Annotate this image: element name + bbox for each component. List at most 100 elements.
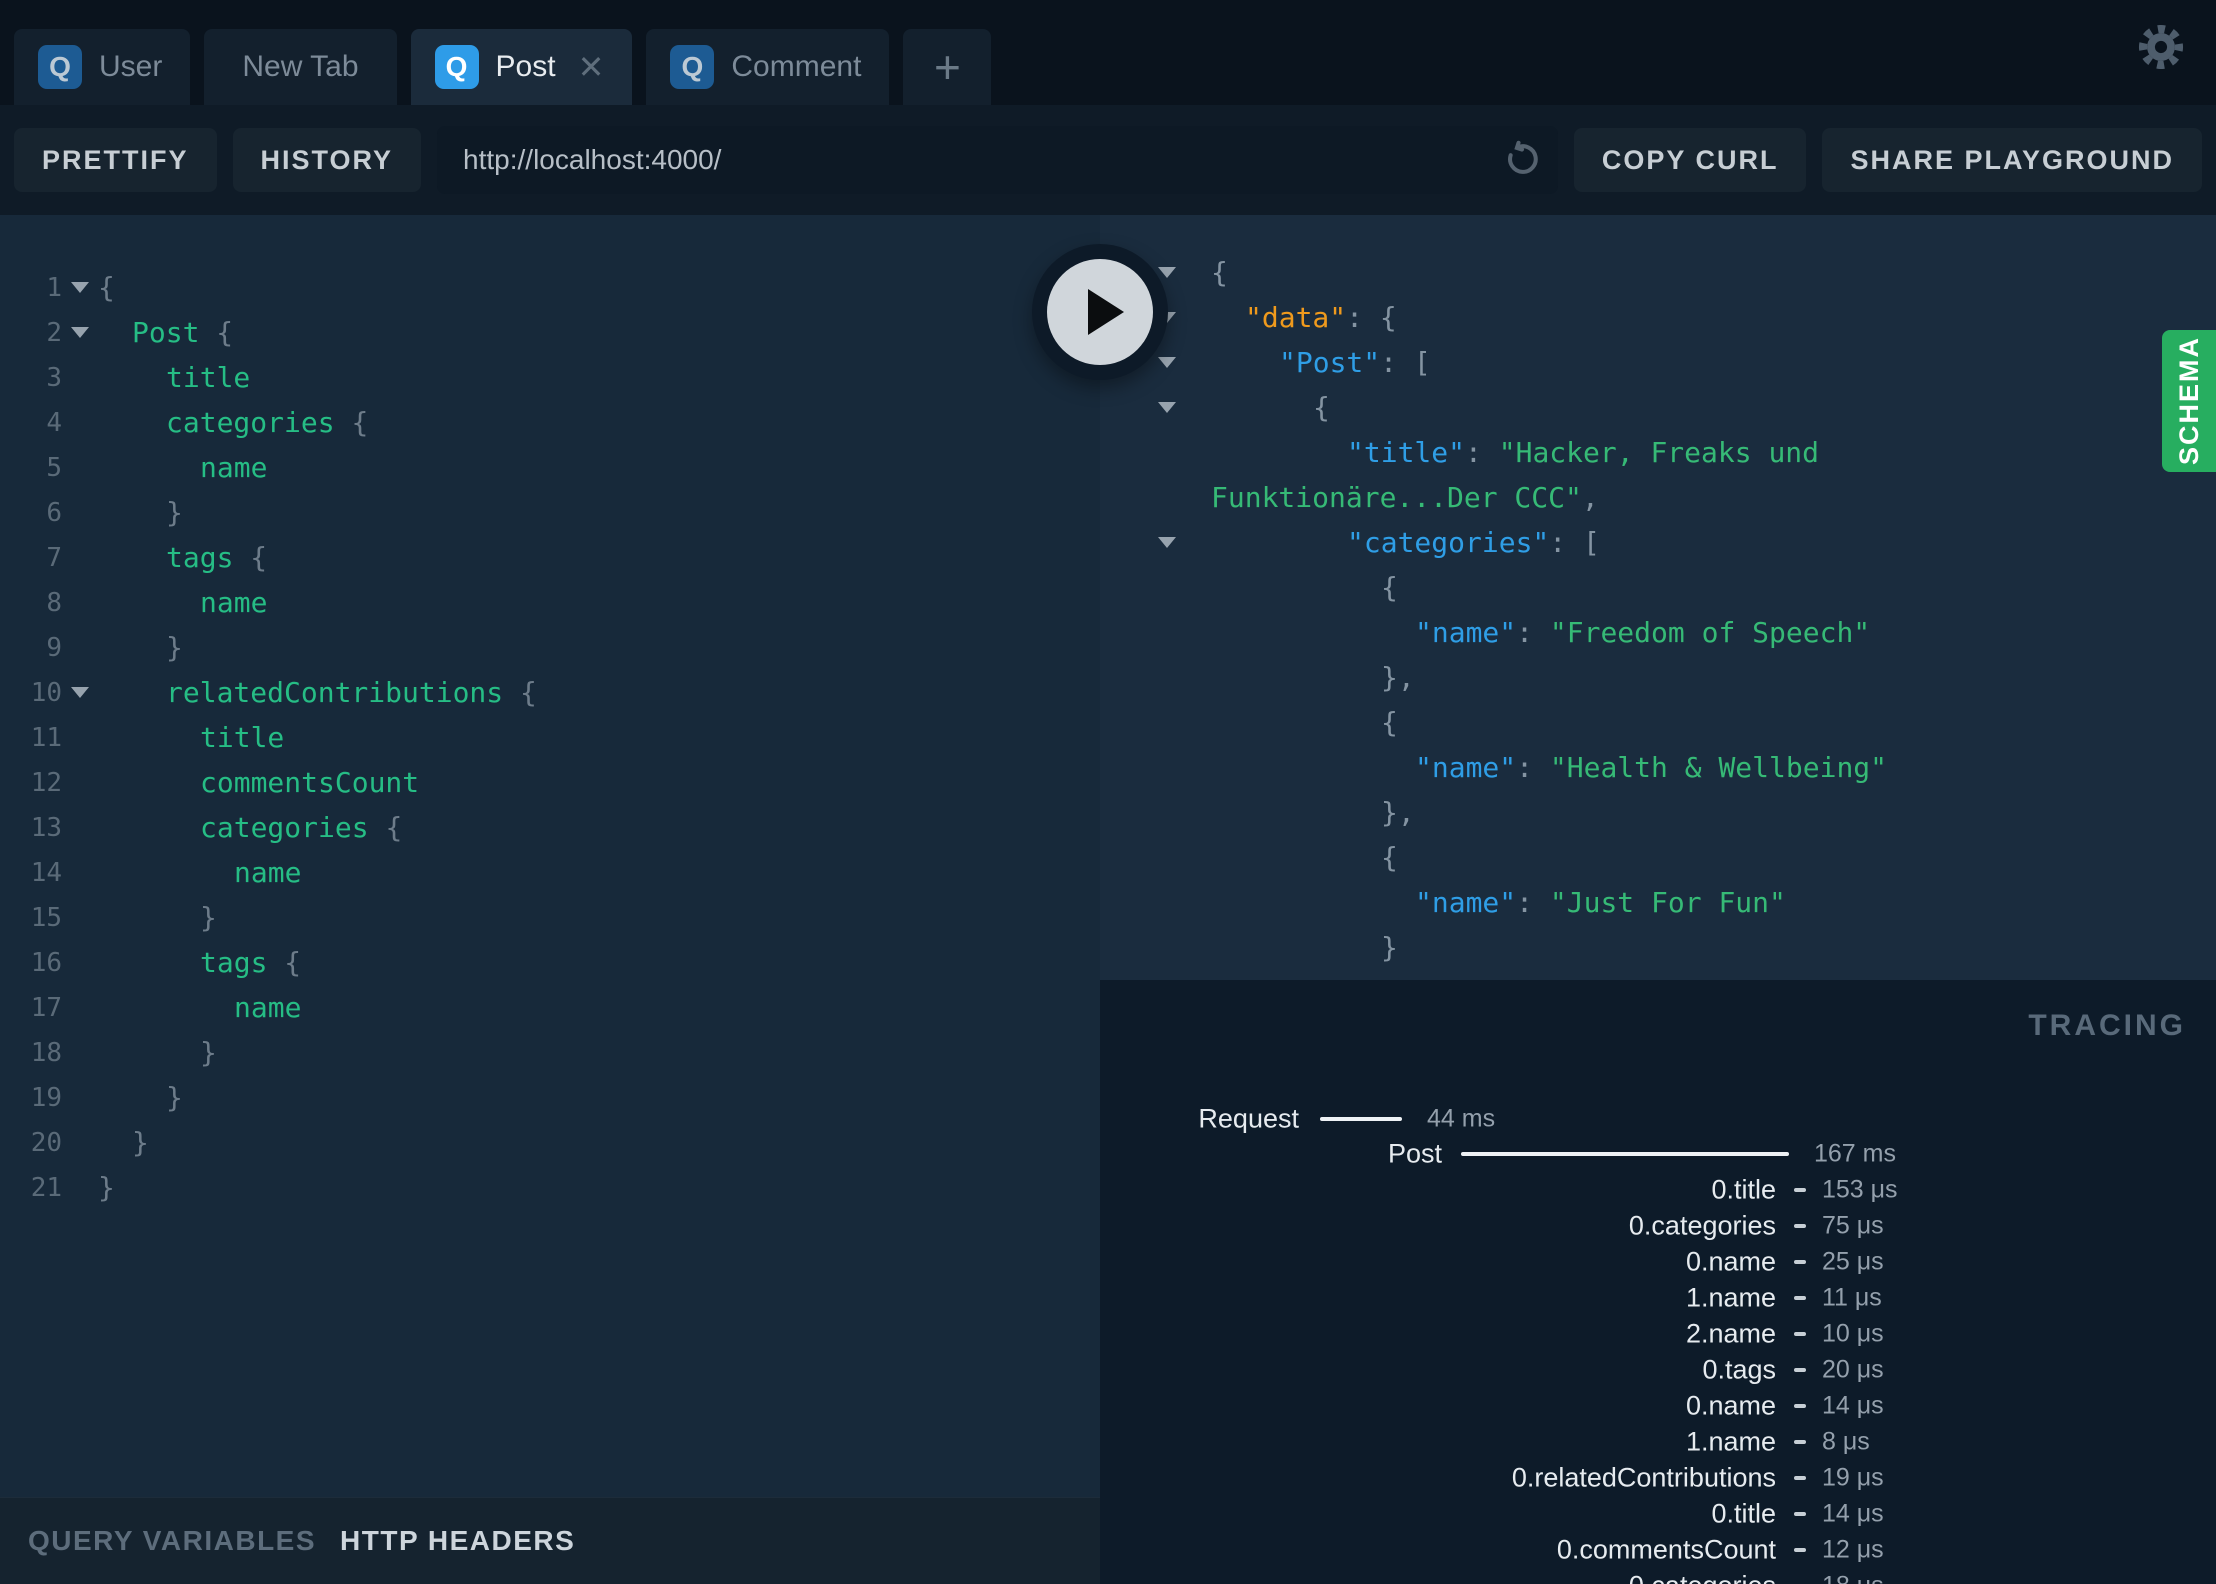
http-headers-tab[interactable]: HTTP HEADERS	[340, 1525, 575, 1557]
query-line[interactable]: 5 name	[0, 445, 1100, 490]
code-text: "Post": [	[1279, 346, 1431, 379]
response-line: "name": "Freedom of Speech"	[1100, 610, 2216, 655]
tracing-row: 2.name 10 μs	[1100, 1316, 2216, 1352]
schema-side-tab[interactable]: SCHEMA	[2162, 330, 2216, 472]
query-line[interactable]: 7 tags {	[0, 535, 1100, 580]
tracing-duration-dash	[1794, 1188, 1806, 1192]
code-text: title	[200, 721, 285, 754]
tracing-row-time: 75 μs	[1822, 1211, 1884, 1240]
prettify-button[interactable]: PRETTIFY	[14, 128, 217, 192]
tracing-row-time: 153 μs	[1822, 1175, 1898, 1204]
fold-arrow-icon[interactable]	[62, 687, 98, 698]
tracing-row-label: 0.title	[1711, 1174, 1776, 1205]
query-line[interactable]: 11 title	[0, 715, 1100, 760]
tab-bar: Q User New Tab Q Post ✕ Q Comment +	[0, 0, 2216, 105]
code-text: {	[1313, 391, 1330, 424]
close-tab-icon[interactable]: ✕	[578, 51, 605, 83]
response-line: {	[1100, 385, 2216, 430]
share-playground-button[interactable]: SHARE PLAYGROUND	[1822, 128, 2202, 192]
fold-gutter	[1100, 925, 1211, 970]
execute-query-button[interactable]	[1032, 244, 1168, 380]
tab-post[interactable]: Q Post ✕	[410, 29, 633, 105]
code-text: "name": "Freedom of Speech"	[1415, 616, 1871, 649]
query-type-badge: Q	[670, 45, 715, 89]
code-text: name	[200, 451, 268, 484]
code-text: {	[1211, 256, 1228, 289]
query-line[interactable]: 15}	[0, 895, 1100, 940]
code-text: },	[1381, 796, 1415, 829]
tracing-duration-dash	[1794, 1224, 1806, 1228]
tracing-row-label: Post	[1387, 1138, 1442, 1169]
fold-gutter	[1100, 610, 1211, 655]
query-line[interactable]: 21}	[0, 1165, 1100, 1210]
code-text: categories {	[200, 811, 403, 844]
copy-curl-button[interactable]: COPY CURL	[1573, 128, 1807, 192]
line-number: 6	[46, 497, 62, 528]
history-button[interactable]: HISTORY	[232, 128, 422, 192]
tracing-row: 1.name 11 μs	[1100, 1280, 2216, 1316]
settings-gear-icon[interactable]	[2134, 20, 2188, 74]
fold-gutter	[1100, 475, 1211, 520]
tracing-row-label: 0.categories	[1628, 1210, 1776, 1241]
response-line: "data": {	[1100, 295, 2216, 340]
new-tab-button[interactable]: +	[903, 29, 992, 105]
tab-comment[interactable]: Q Comment	[646, 29, 890, 105]
code-text: }	[1381, 931, 1398, 964]
query-line[interactable]: 20}	[0, 1120, 1100, 1165]
query-line[interactable]: 9}	[0, 625, 1100, 670]
query-line[interactable]: 6}	[0, 490, 1100, 535]
code-text: }	[166, 1081, 183, 1114]
tab-label: User	[99, 50, 163, 83]
tracing-row-time: 14 μs	[1822, 1499, 1884, 1528]
code-text: name	[234, 856, 302, 889]
response-line: }	[1100, 925, 2216, 970]
tracing-row-time: 8 μs	[1822, 1427, 1870, 1456]
tracing-row: 0.relatedContributions 19 μs	[1100, 1460, 2216, 1496]
response-line: },	[1100, 655, 2216, 700]
fold-arrow-icon[interactable]	[62, 327, 98, 338]
query-line[interactable]: 2 Post {	[0, 310, 1100, 355]
query-line[interactable]: 18}	[0, 1030, 1100, 1075]
fold-arrow-icon[interactable]	[1100, 520, 1211, 565]
tracing-row: 1.name 8 μs	[1100, 1424, 2216, 1460]
query-line[interactable]: 17 name	[0, 985, 1100, 1030]
tracing-row-label: 2.name	[1685, 1318, 1776, 1349]
fold-arrow-icon[interactable]	[1100, 385, 1211, 430]
response-line: "categories": [	[1100, 520, 2216, 565]
query-line[interactable]: 3 title	[0, 355, 1100, 400]
query-line[interactable]: 14 name	[0, 850, 1100, 895]
query-line[interactable]: 8 name	[0, 580, 1100, 625]
tab-user[interactable]: Q User	[14, 29, 191, 105]
code-text: "name": "Health & Wellbeing"	[1415, 751, 1888, 784]
line-number: 1	[46, 272, 62, 303]
code-text: name	[200, 586, 268, 619]
query-line[interactable]: 16 tags {	[0, 940, 1100, 985]
response-line: {	[1100, 565, 2216, 610]
endpoint-url-input[interactable]	[437, 126, 1558, 194]
graphql-playground: Q User New Tab Q Post ✕ Q Comment + PRETTIFY HIS…	[0, 0, 2216, 1584]
query-line[interactable]: 4 categories {	[0, 400, 1100, 445]
response-line: {	[1100, 835, 2216, 880]
tracing-row-label: 0.title	[1711, 1498, 1776, 1529]
endpoint-url-bar	[437, 126, 1558, 194]
tracing-row: Post 167 ms	[1100, 1136, 2216, 1172]
query-line[interactable]: 19}	[0, 1075, 1100, 1120]
tab-new-tab[interactable]: New Tab	[204, 29, 397, 105]
tracing-duration-dash	[1794, 1296, 1806, 1300]
tab-label: Post	[495, 50, 556, 83]
code-text: }	[132, 1126, 149, 1159]
query-variables-tab[interactable]: QUERY VARIABLES	[28, 1525, 316, 1557]
code-text: categories {	[166, 406, 369, 439]
code-text: tags {	[166, 541, 268, 574]
query-editor[interactable]: 1{2 Post {3 title 4 categories {5 name 6} 7 tags…	[0, 215, 1100, 1497]
query-line[interactable]: 12 commentsCount	[0, 760, 1100, 805]
query-line[interactable]: 13 categories {	[0, 805, 1100, 850]
fold-arrow-icon[interactable]	[62, 282, 98, 293]
tracing-row-label: 0.name	[1685, 1246, 1776, 1277]
query-line[interactable]: 10 relatedContributions {	[0, 670, 1100, 715]
query-line[interactable]: 1{	[0, 265, 1100, 310]
reload-schema-icon[interactable]	[1498, 138, 1542, 182]
line-number: 10	[30, 677, 62, 708]
tracing-row: 0.commentsCount 12 μs	[1100, 1532, 2216, 1568]
line-number: 4	[46, 407, 62, 438]
